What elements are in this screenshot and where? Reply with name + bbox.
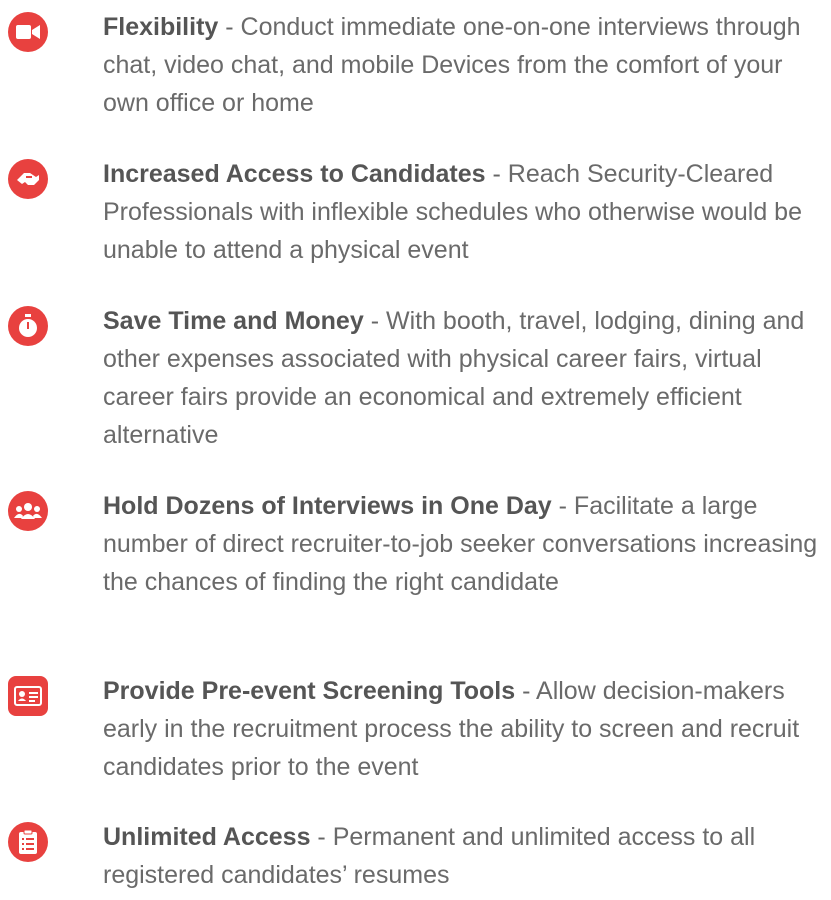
feature-separator: -: [485, 160, 508, 188]
feature-text: Provide Pre-event Screening Tools - Allo…: [103, 672, 831, 786]
feature-text: Save Time and Money - With booth, travel…: [103, 302, 831, 454]
feature-separator: -: [218, 13, 241, 41]
clipboard-list-icon: [8, 822, 48, 862]
feature-title: Save Time and Money: [103, 307, 364, 335]
users-icon: [8, 491, 48, 531]
handshake-icon: [8, 159, 48, 199]
feature-text: Flexibility - Conduct immediate one-on-o…: [103, 8, 831, 122]
feature-title: Provide Pre-event Screening Tools: [103, 677, 516, 705]
feature-separator: -: [310, 823, 333, 851]
video-camera-icon: [8, 12, 48, 52]
feature-title: Increased Access to Candidates: [103, 160, 486, 188]
feature-separator: -: [363, 307, 386, 335]
feature-text: Unlimited Access - Permanent and unlimit…: [103, 818, 831, 894]
feature-separator: -: [551, 492, 574, 520]
feature-title: Hold Dozens of Interviews in One Day: [103, 492, 552, 520]
stopwatch-icon: [8, 306, 48, 346]
feature-title: Unlimited Access: [103, 823, 311, 851]
id-card-icon: [8, 676, 48, 716]
feature-separator: -: [515, 677, 537, 705]
feature-text: Increased Access to Candidates - Reach S…: [103, 155, 831, 269]
feature-text: Hold Dozens of Interviews in One Day - F…: [103, 487, 831, 601]
feature-title: Flexibility: [103, 13, 219, 41]
